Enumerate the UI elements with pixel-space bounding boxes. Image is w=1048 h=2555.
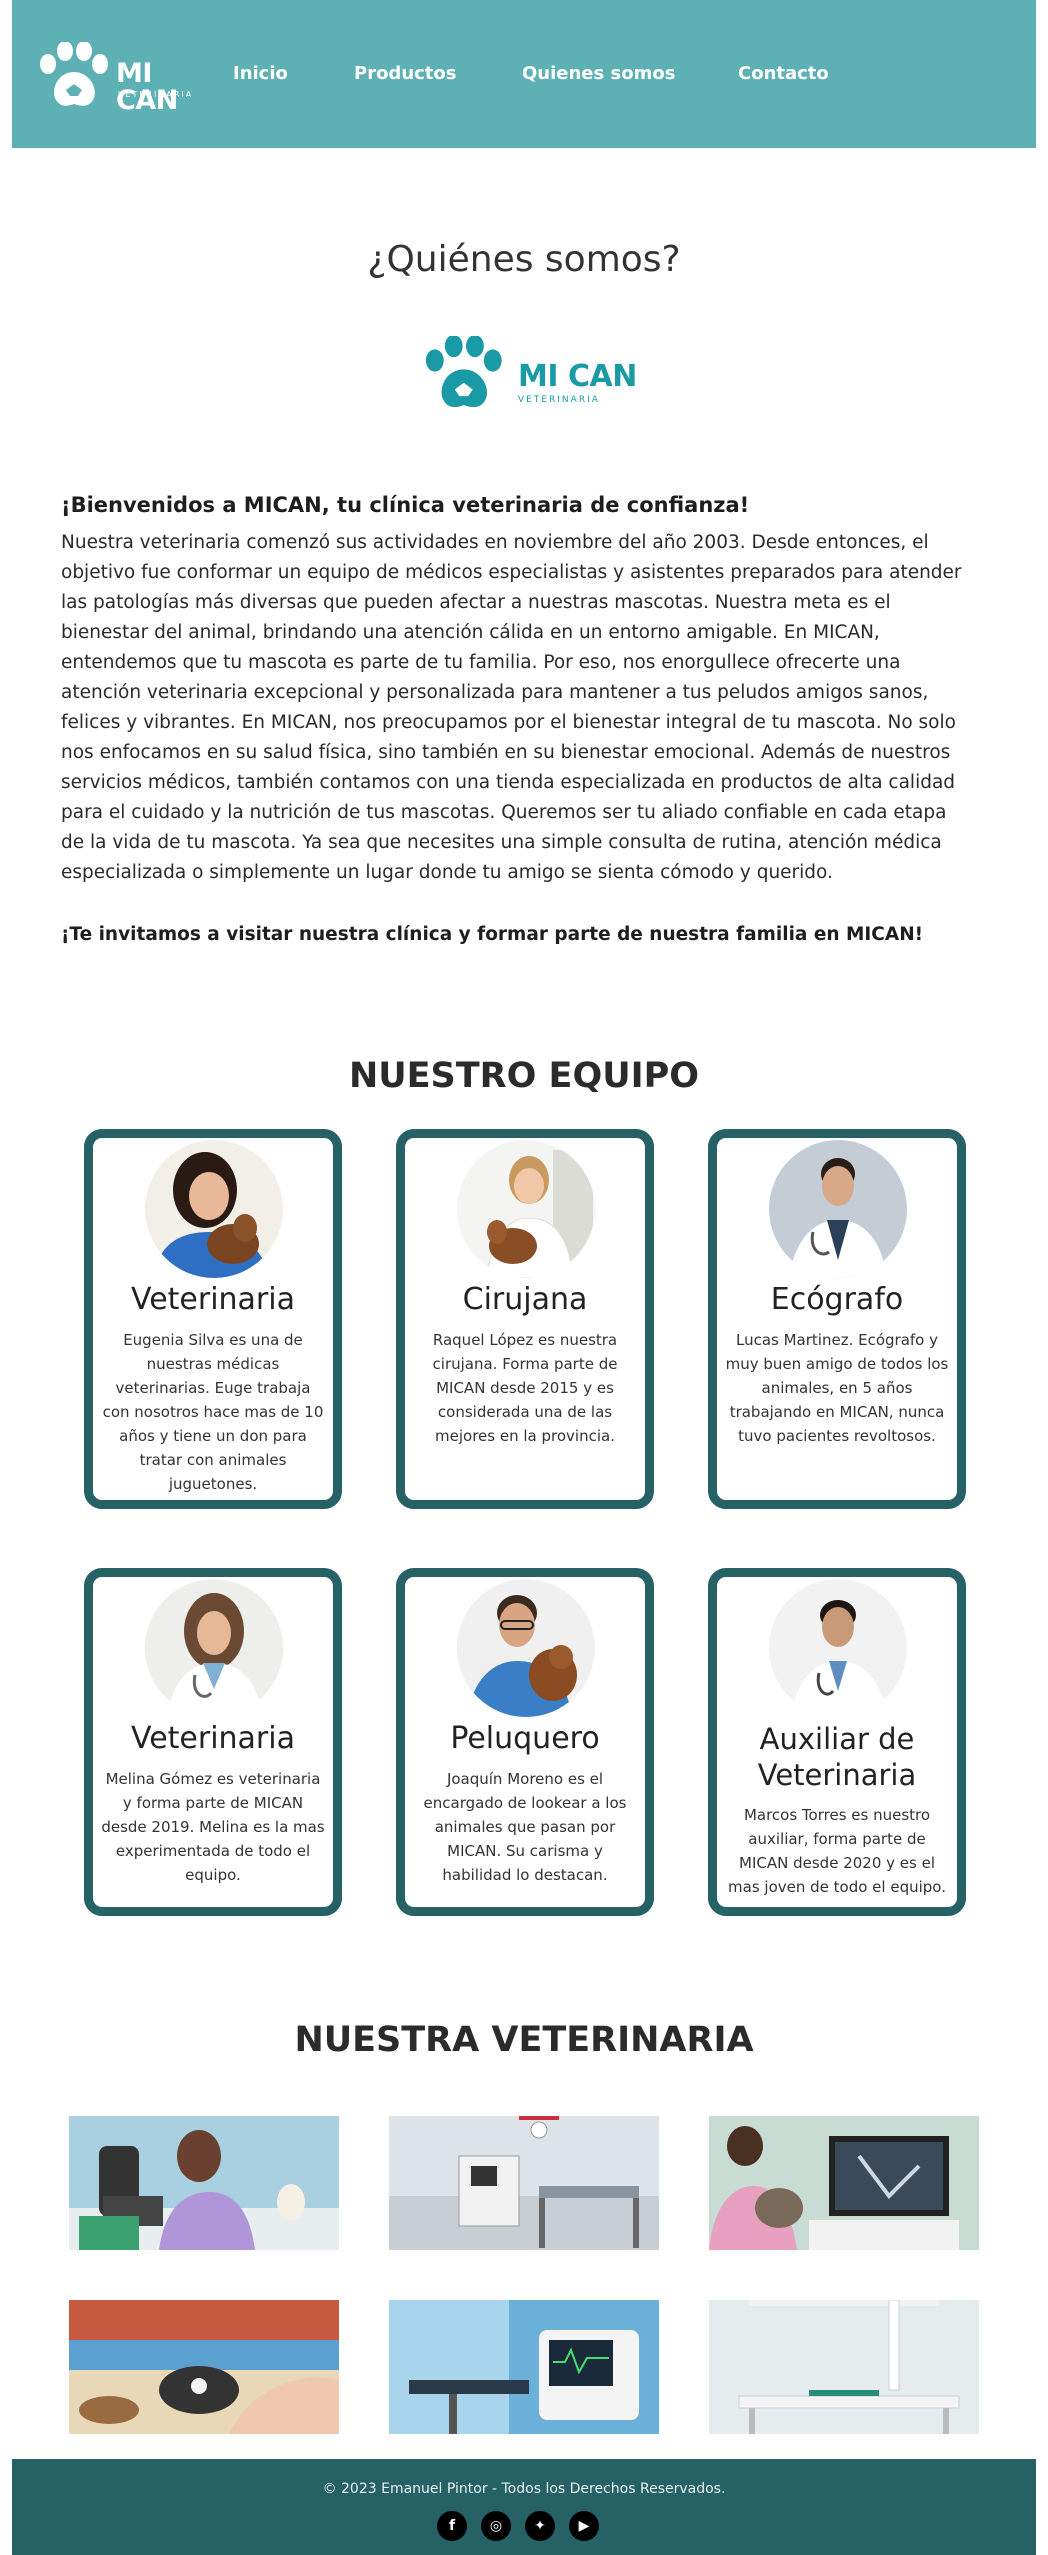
- nav-link-contacto[interactable]: Contacto: [738, 62, 829, 86]
- nav-link-quienes-somos[interactable]: Quienes somos: [522, 62, 675, 86]
- team-title: NUESTRO EQUIPO: [348, 1056, 700, 1096]
- team-card: Auxiliar de Veterinaria Marcos Torres es…: [708, 1568, 966, 1916]
- clinic-title: NUESTRA VETERINARIA: [294, 2020, 754, 2060]
- member-description: Melina Gómez es veterinaria y forma part…: [101, 1770, 325, 1884]
- copyright-text: © 2023 Emanuel Pintor - Todos los Derech…: [322, 2481, 726, 2497]
- intro-paragraph: Nuestra veterinaria comenzó sus activida…: [61, 532, 962, 883]
- member-role: Ecógrafo: [770, 1282, 904, 1317]
- clinic-photo-petshop: [69, 2300, 339, 2434]
- team-card: Veterinaria Eugenia Silva es una de nues…: [84, 1129, 342, 1509]
- nav-link-inicio[interactable]: Inicio: [233, 62, 288, 86]
- brand-name: MI CAN: [518, 359, 637, 394]
- welcome-heading: ¡Bienvenidos a MICAN, tu clínica veterin…: [61, 493, 750, 517]
- navbar: MI CAN VETERINARIA Inicio Productos Quie…: [12, 0, 1036, 148]
- member-description: Eugenia Silva es una de nuestras médicas…: [102, 1331, 324, 1493]
- member-description: Marcos Torres es nuestro auxiliar, forma…: [728, 1806, 946, 1896]
- youtube-icon[interactable]: ▶: [569, 2511, 599, 2541]
- team-photo: [457, 1140, 595, 1278]
- member-description: Lucas Martinez. Ecógrafo y muy buen amig…: [725, 1331, 949, 1445]
- team-card: Ecógrafo Lucas Martinez. Ecógrafo y muy …: [708, 1129, 966, 1509]
- team-photo: [457, 1579, 595, 1717]
- nav-link-productos[interactable]: Productos: [354, 62, 457, 86]
- clinic-photo-equipment: [389, 2116, 659, 2250]
- brand-name: MI CAN: [116, 58, 178, 116]
- clinic-photo-exam-room: [709, 2300, 979, 2434]
- team-photo: [769, 1579, 907, 1717]
- clinic-photo-monitor: [389, 2300, 659, 2434]
- about-title: ¿Quiénes somos?: [367, 239, 681, 280]
- invite-text: ¡Te invitamos a visitar nuestra clínica …: [61, 924, 924, 945]
- member-description: Raquel López es nuestra cirujana. Forma …: [432, 1331, 618, 1445]
- member-role: Veterinaria: [131, 1282, 295, 1317]
- paw-logo-icon: [425, 334, 502, 408]
- team-photo: [145, 1579, 283, 1717]
- team-photo: [145, 1140, 283, 1278]
- brand-subtitle: VETERINARIA: [518, 395, 600, 405]
- team-photo: [769, 1140, 907, 1278]
- twitter-icon[interactable]: ✦: [525, 2511, 555, 2541]
- member-role: Veterinaria: [131, 1721, 295, 1756]
- member-description: Joaquín Moreno es el encargado de lookea…: [423, 1770, 627, 1884]
- clinic-photo-microscope: [69, 2116, 339, 2250]
- member-role: Cirujana: [462, 1282, 588, 1317]
- paw-logo-icon: [40, 42, 108, 106]
- team-card: Peluquero Joaquín Moreno es el encargado…: [396, 1568, 654, 1916]
- team-card: Cirujana Raquel López es nuestra cirujan…: [396, 1129, 654, 1509]
- about-logo: MI CAN VETERINARIA: [418, 334, 638, 414]
- instagram-icon[interactable]: ◎: [481, 2511, 511, 2541]
- facebook-icon[interactable]: f: [437, 2511, 467, 2541]
- member-role: Peluquero: [450, 1721, 600, 1756]
- brand-logo[interactable]: MI CAN VETERINARIA: [38, 42, 208, 116]
- brand-subtitle: VETERINARIA: [118, 90, 194, 99]
- team-card: Veterinaria Melina Gómez es veterinaria …: [84, 1568, 342, 1916]
- footer: © 2023 Emanuel Pintor - Todos los Derech…: [12, 2459, 1036, 2555]
- member-role: Auxiliar de Veterinaria: [757, 1722, 917, 1792]
- clinic-photo-xray: [709, 2116, 979, 2250]
- page: MI CAN VETERINARIA Inicio Productos Quie…: [12, 0, 1036, 2555]
